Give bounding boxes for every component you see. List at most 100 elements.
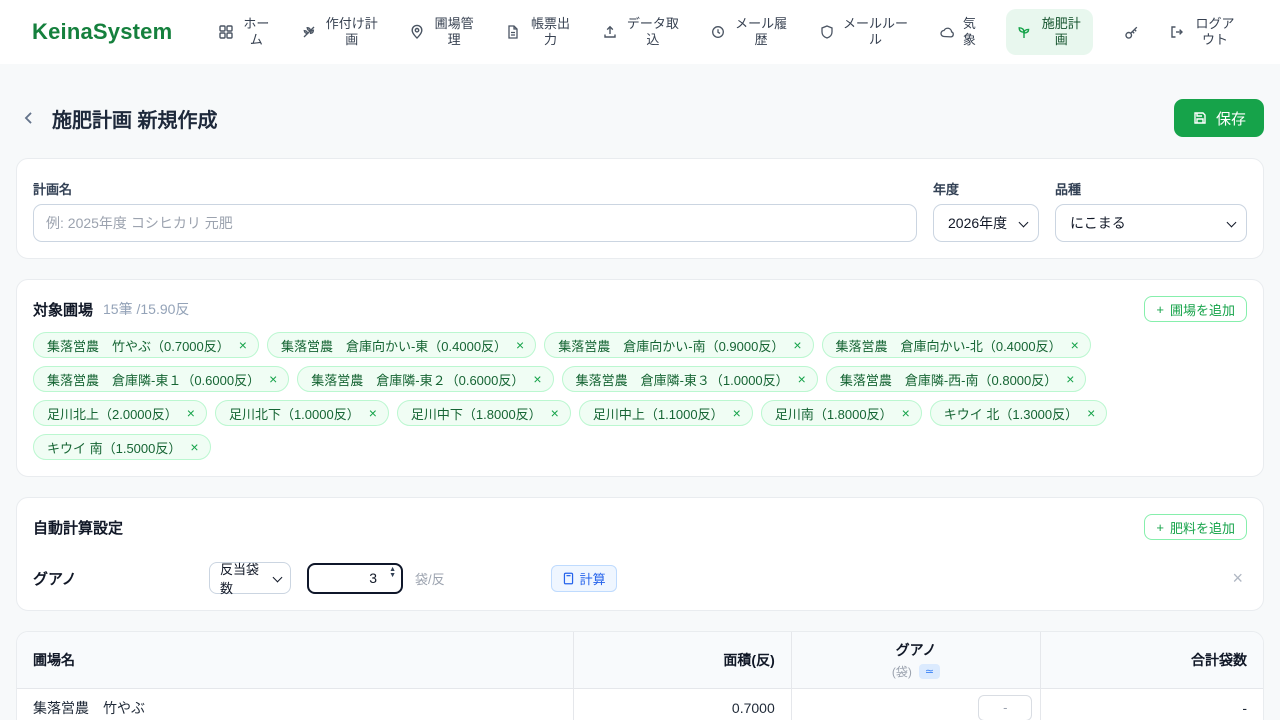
chevron-down-icon [1019,218,1029,228]
nav-item-api-key[interactable] [1123,24,1140,41]
add-fertilizer-button[interactable]: + 肥料を追加 [1144,514,1247,540]
field-chip: 集落営農 竹やぶ（0.7000反）× [33,332,259,358]
year-select[interactable]: 2026年度 [933,204,1039,242]
calc-mode-select[interactable]: 反当袋数 [209,562,291,594]
top-nav: KeinaSystem ホーム 作付け計画 圃場管理 [0,0,1280,64]
field-chip: キウイ 北（1.3000反） × [930,400,1108,426]
chip-remove-button[interactable]: × [551,406,559,420]
nav-item-mail-rules[interactable]: メールルール [819,16,910,49]
upload-icon [602,24,618,40]
nav-item-logout[interactable]: ログアウト [1169,16,1238,49]
chip-remove-button[interactable]: × [269,372,277,386]
field-chip: 集落営農 倉庫向かい-南（0.9000反）× [544,332,813,358]
nav-item-cropping-plan[interactable]: 作付け計画 [301,16,380,49]
chevron-down-icon [273,573,283,583]
chip-remove-button[interactable]: × [793,338,801,352]
field-chip-label: 集落営農 倉庫隣-東１（0.6000反） [47,370,260,389]
auto-calc-title: 自動計算設定 [33,517,123,538]
field-chip: 集落営農 倉庫隣-西-南（0.8000反） × [826,366,1087,392]
nav-item-fertilization-plan[interactable]: 施肥計画 [1006,9,1093,56]
plan-form-card: 計画名 年度 2026年度 品種 にこまる [16,158,1264,259]
field-chip: 集落営農 倉庫隣-東３（1.0000反）× [562,366,818,392]
add-fertilizer-button-label: 肥料を追加 [1170,518,1235,537]
number-stepper[interactable]: ▲ ▼ [389,567,396,579]
back-button[interactable] [16,105,42,131]
chip-remove-button[interactable]: × [798,372,806,386]
close-icon: × [187,405,195,421]
nav-item-weather[interactable]: 気象 [939,16,977,49]
calculate-button[interactable]: 計算 [551,565,617,592]
field-chip: 足川北上（2.0000反） × [33,400,207,426]
field-chip-label: 足川南（1.8000反） [775,404,893,423]
column-header-area: 面積(反) [573,632,791,688]
close-icon: × [533,371,541,387]
nav-label: 気象 [962,16,977,49]
field-chip-label: 足川中下（1.8000反） [411,404,542,423]
field-name-cell: 集落営農 竹やぶ [17,689,573,720]
nav-label: 作付け計画 [324,16,380,49]
close-icon: × [239,337,247,353]
page-title: 施肥計画 新規作成 [52,104,218,133]
field-chip-label: 集落営農 倉庫向かい-北（0.4000反） [836,336,1062,355]
add-field-button[interactable]: + 圃場を追加 [1144,296,1247,322]
close-icon: × [1087,405,1095,421]
variety-select-value: にこまる [1070,213,1126,233]
target-fields-summary: 15筆 /15.90反 [103,299,189,319]
add-field-button-label: 圃場を追加 [1170,300,1235,319]
save-button[interactable]: 保存 [1174,99,1264,137]
chip-remove-button[interactable]: × [1066,372,1074,386]
chip-remove-button[interactable]: × [533,372,541,386]
field-chip-label: 集落営農 倉庫向かい-東（0.4000反） [281,336,507,355]
chip-remove-button[interactable]: × [369,406,377,420]
column-header-field: 圃場名 [17,632,573,688]
key-icon [1123,24,1140,41]
chip-remove-button[interactable]: × [1071,338,1079,352]
nav-item-home[interactable]: ホーム [218,16,271,49]
fertilizer-amount-input[interactable] [978,695,1032,720]
field-chip-label: 集落営農 倉庫隣-西-南（0.8000反） [840,370,1057,389]
chip-remove-button[interactable]: × [902,406,910,420]
field-chip-label: 足川北下（1.0000反） [229,404,360,423]
table-row: 集落営農 竹やぶ 0.7000 - [17,689,1263,720]
close-icon: × [369,405,377,421]
variety-select[interactable]: にこまる [1055,204,1247,242]
remove-fertilizer-button[interactable]: × [1228,568,1247,589]
column-header-fertilizer: グアノ (袋) ≃ [791,632,1041,688]
nav-item-field-management[interactable]: 圃場管理 [409,16,476,49]
chip-remove-button[interactable]: × [733,406,741,420]
save-icon [1192,110,1208,126]
field-chip: 集落営農 倉庫隣-東１（0.6000反） × [33,366,289,392]
approx-badge[interactable]: ≃ [919,664,940,679]
close-icon: × [190,439,198,455]
nav-label: 施肥計画 [1039,16,1083,49]
field-chip-label: 足川北上（2.0000反） [47,404,178,423]
column-header-fertilizer-name: グアノ [896,640,937,660]
cloud-icon [939,24,955,40]
close-icon: × [798,371,806,387]
chevron-left-icon [20,109,38,127]
field-chip-label: キウイ 北（1.3000反） [944,404,1078,423]
total-bags-cell: - [1040,689,1263,720]
chip-remove-button[interactable]: × [187,406,195,420]
chip-remove-button[interactable]: × [190,440,198,454]
field-chip: キウイ 南（1.5000反）× [33,434,211,460]
shield-icon [819,24,835,40]
nav-items: ホーム 作付け計画 圃場管理 帳票出力 [218,9,1238,56]
nav-label: 帳票出力 [528,16,572,49]
chip-remove-button[interactable]: × [1087,406,1095,420]
column-header-fertilizer-unit: (袋) [892,663,912,680]
nav-label: メールルール [842,16,910,49]
brand-logo: KeinaSystem [32,19,172,45]
fields-table: 圃場名 面積(反) グアノ (袋) ≃ 合計袋数 集落営農 竹やぶ 0.7000… [16,631,1264,720]
variety-label: 品種 [1055,179,1247,198]
plan-name-input[interactable] [33,204,917,242]
nav-item-mail-history[interactable]: メール履歴 [710,16,789,49]
chip-remove-button[interactable]: × [516,338,524,352]
plan-name-label: 計画名 [33,179,917,198]
nav-item-data-import[interactable]: データ取込 [602,16,681,49]
nav-item-report-output[interactable]: 帳票出力 [505,16,572,49]
logout-icon [1169,24,1185,40]
stepper-down-icon[interactable]: ▼ [389,573,396,579]
close-icon: × [269,371,277,387]
chip-remove-button[interactable]: × [239,338,247,352]
